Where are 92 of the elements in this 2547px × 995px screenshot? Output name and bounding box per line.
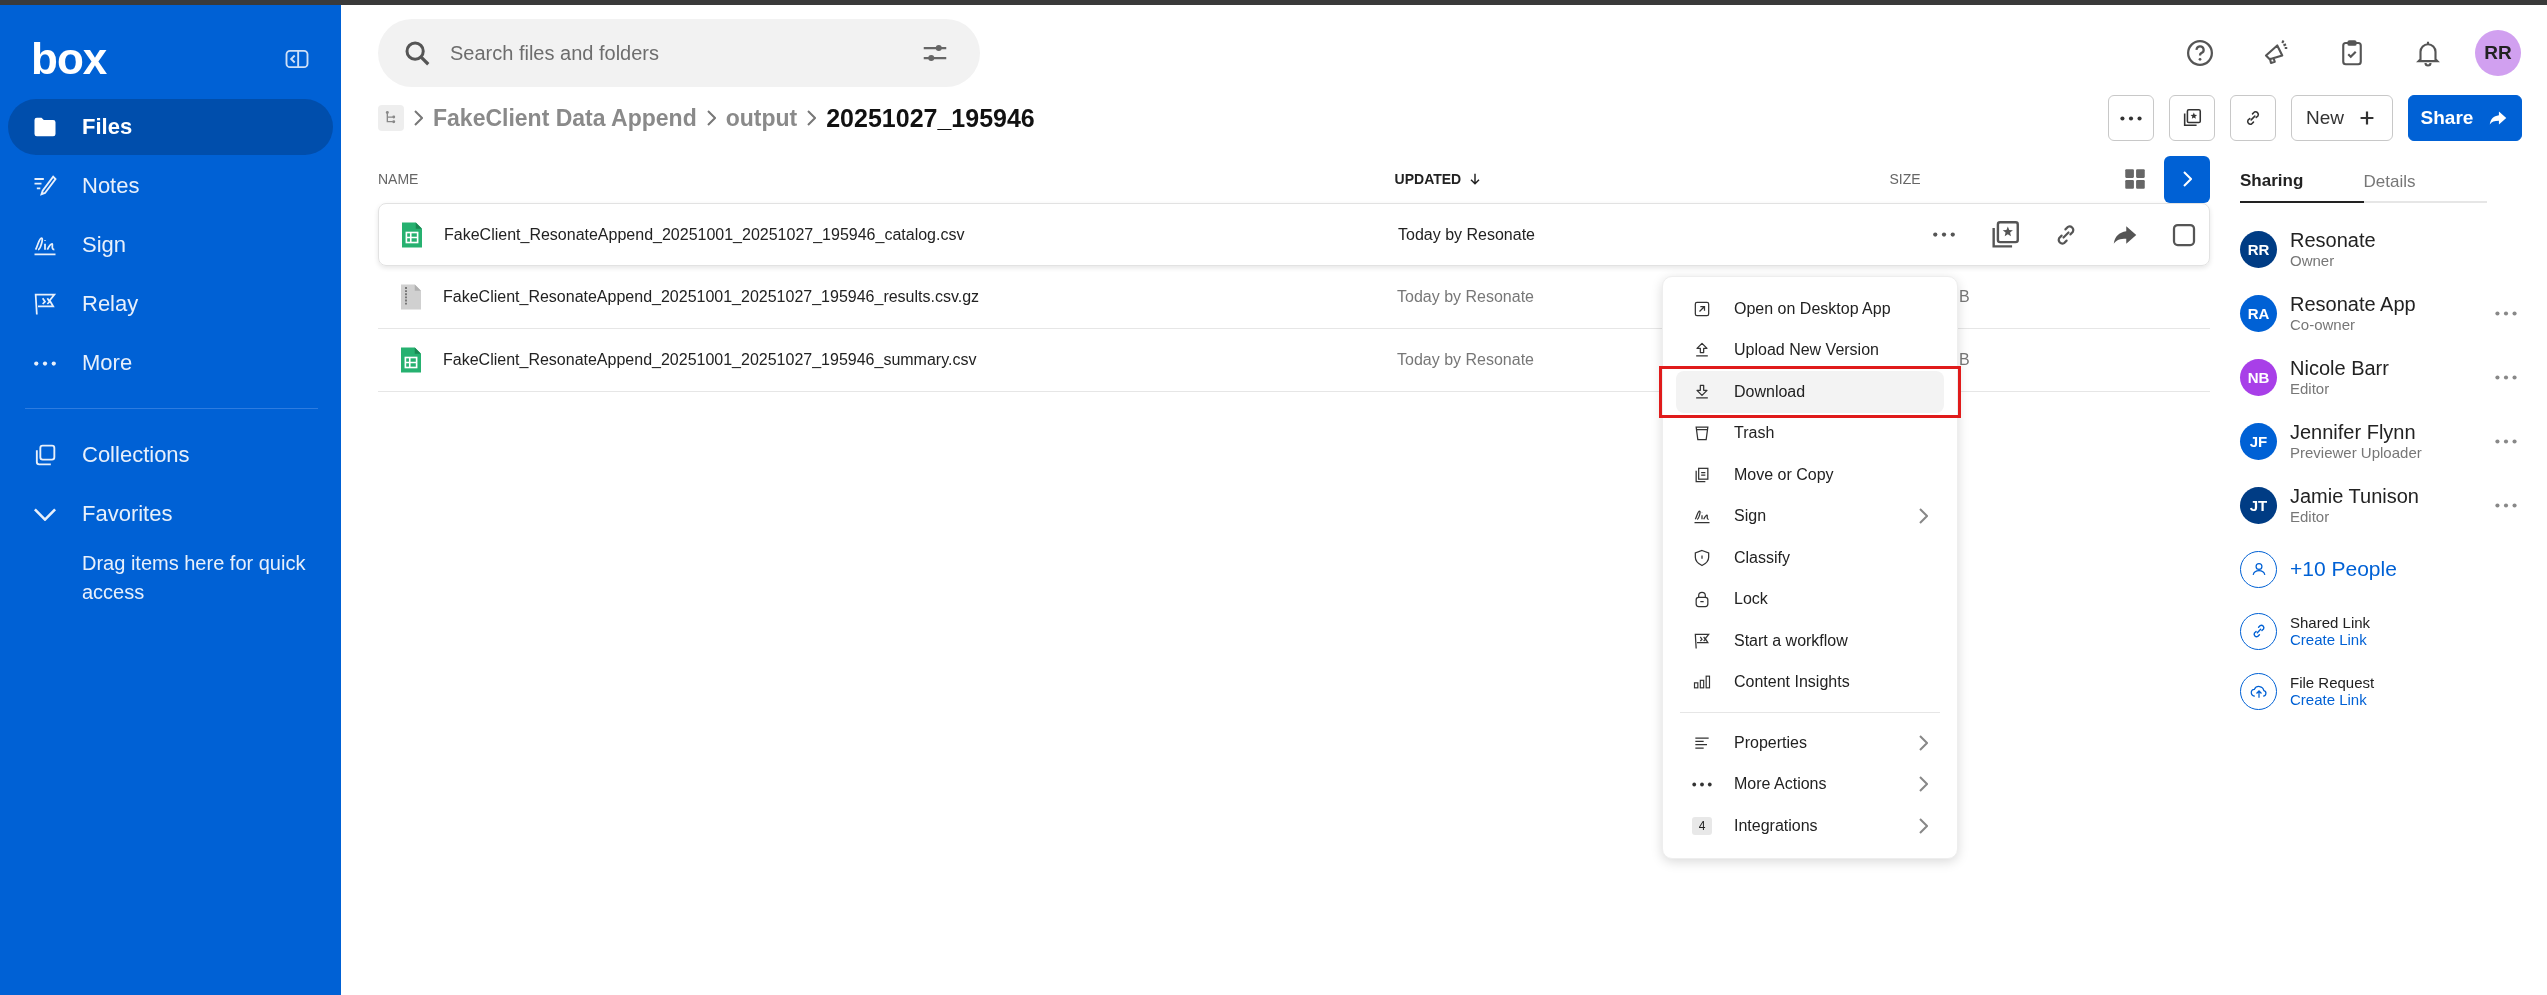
nav-item[interactable]: Sign xyxy=(8,217,333,273)
collection-star-icon xyxy=(2181,107,2203,129)
logo[interactable]: box xyxy=(31,37,107,81)
menu-item-label: Classify xyxy=(1734,548,1791,567)
menu-item[interactable]: Start a workflow xyxy=(1676,620,1944,662)
more-icon[interactable] xyxy=(2495,374,2517,380)
count-badge: 4 xyxy=(1692,816,1712,835)
link-button[interactable] xyxy=(2230,95,2276,141)
updated-text: Today by Resonate xyxy=(1398,225,1535,244)
column-header[interactable]: SIZE xyxy=(1889,171,2069,187)
create-link[interactable]: Create Link xyxy=(2290,691,2477,708)
menu-item[interactable]: Content Insights xyxy=(1676,661,1944,703)
user-avatar: NB xyxy=(2240,358,2277,396)
folder-tree-icon[interactable] xyxy=(378,105,404,131)
size-text: B xyxy=(1958,288,1970,306)
shield-icon xyxy=(1692,547,1712,568)
person-role: Editor xyxy=(2290,508,2331,525)
person-role: Editor xyxy=(2290,380,2331,397)
menu-item-label: Move or Copy xyxy=(1734,465,1835,484)
nav-item[interactable]: Collections xyxy=(8,427,333,483)
person-name: Nicole Barr xyxy=(2290,357,2390,380)
user-avatar: JT xyxy=(2240,486,2277,524)
person-role: Previewer Uploader xyxy=(2290,444,2423,461)
share-button[interactable]: Share xyxy=(2408,95,2522,141)
breadcrumb-link[interactable]: 20251027_195946 xyxy=(826,103,1035,133)
menu-item-label: Start a workflow xyxy=(1734,631,1849,650)
more-icon xyxy=(2120,115,2142,121)
account-avatar[interactable]: RR xyxy=(2475,30,2521,76)
menu-item-label: Sign xyxy=(1734,507,1768,526)
menu-item-label: Properties xyxy=(1734,733,1808,752)
menu-item[interactable]: More Actions xyxy=(1676,763,1944,805)
file-name[interactable]: FakeClient_ResonateAppend_20251001_20251027_195946_results.csv.gz xyxy=(443,288,980,306)
chevron-icon xyxy=(706,109,716,127)
menu-item-label: Lock xyxy=(1734,590,1769,609)
menu-item-label: Content Insights xyxy=(1734,673,1851,692)
menu-item[interactable]: Lock xyxy=(1676,578,1944,620)
nav-item[interactable]: Notes xyxy=(8,158,333,214)
file-row[interactable]: FakeClient_ResonateAppend_20251001_20251027_195946_catalog.csv Today by Resonate xyxy=(378,203,2210,266)
panel-tab[interactable]: Sharing xyxy=(2240,161,2364,203)
person-name: Resonate App xyxy=(2290,293,2417,316)
user-avatar: JF xyxy=(2240,422,2277,460)
updated-text: Today by Resonate xyxy=(1397,288,1534,306)
menu-item[interactable]: Properties xyxy=(1676,722,1944,764)
menu-item[interactable]: 4 Integrations xyxy=(1676,805,1944,847)
menu-item[interactable]: Classify xyxy=(1676,537,1944,579)
updated-text: Today by Resonate xyxy=(1397,351,1534,369)
file-name[interactable]: FakeClient_ResonateAppend_20251001_20251027_195946_summary.csv xyxy=(443,351,977,369)
search-field[interactable]: Search files and folders xyxy=(378,19,980,87)
grid-view-icon[interactable] xyxy=(2122,166,2148,192)
menu-item[interactable]: Move or Copy xyxy=(1676,454,1944,496)
person-name: Jamie Tunison xyxy=(2290,485,2420,508)
collections-button[interactable] xyxy=(2169,95,2215,141)
size-text: B xyxy=(1958,351,1970,369)
nav-item[interactable]: Favorites xyxy=(8,486,333,542)
file-name[interactable]: FakeClient_ResonateAppend_20251001_20251027_195946_catalog.csv xyxy=(444,225,965,244)
person-role: Owner xyxy=(2290,252,2336,269)
link-title: File Request xyxy=(2290,674,2376,691)
nav-item[interactable]: More xyxy=(8,335,333,391)
person-name: Resonate xyxy=(2290,229,2377,252)
menu-item[interactable]: Sign xyxy=(1676,495,1944,537)
more-icon[interactable] xyxy=(2495,438,2517,444)
user-avatar: RR xyxy=(2240,230,2277,268)
user-avatar: RA xyxy=(2240,294,2277,332)
person-name: Jennifer Flynn xyxy=(2290,421,2417,444)
person-role: Co-owner xyxy=(2290,316,2357,333)
more-icon[interactable] xyxy=(2495,310,2517,316)
link-title: Shared Link xyxy=(2290,614,2372,631)
new-button[interactable]: New xyxy=(2291,95,2393,141)
nav-item[interactable]: Files xyxy=(8,99,333,155)
menu-item-label: More Actions xyxy=(1734,775,1828,794)
more-icon[interactable] xyxy=(2495,502,2517,508)
help-icon[interactable] xyxy=(2185,38,2215,68)
more-icon xyxy=(1692,781,1712,787)
panel-tab[interactable]: Details xyxy=(2363,161,2487,203)
chevron-icon xyxy=(807,109,817,127)
more-people-link[interactable]: +10 People xyxy=(2290,557,2397,581)
menu-item[interactable]: Download xyxy=(1676,371,1944,413)
menu-item[interactable]: Upload New Version xyxy=(1676,329,1944,371)
column-header[interactable]: NAME xyxy=(378,171,1395,187)
menu-item-label: Upload New Version xyxy=(1734,341,1880,360)
menu-item-label: Integrations xyxy=(1734,816,1819,835)
more-icon xyxy=(31,360,59,366)
nav-item[interactable]: Relay xyxy=(8,276,333,332)
favorites-hint: Drag items here for quick access xyxy=(81,551,307,605)
chevron-icon xyxy=(414,109,423,127)
menu-item-label: Open on Desktop App xyxy=(1734,299,1892,318)
menu-item[interactable]: Open on Desktop App xyxy=(1676,288,1944,330)
create-link[interactable]: Create Link xyxy=(2290,631,2477,648)
column-header[interactable]: UPDATED xyxy=(1394,171,1890,187)
menu-item[interactable]: Trash xyxy=(1676,412,1944,454)
panel-toggle-button[interactable] xyxy=(2164,155,2210,203)
menu-item-label: Trash xyxy=(1734,424,1776,443)
